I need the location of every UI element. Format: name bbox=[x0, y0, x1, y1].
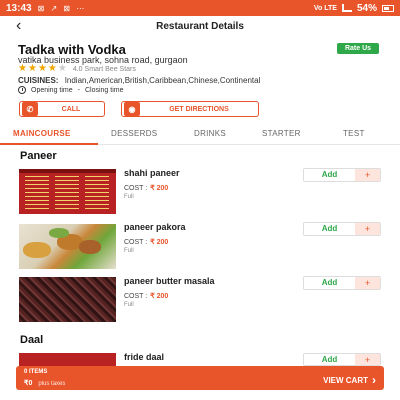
star-icon: ★ bbox=[18, 63, 27, 74]
item-cost: COST : ₹ 200 bbox=[124, 292, 168, 300]
cost-label: COST : bbox=[124, 239, 148, 246]
status-right: Vo LTE 54% bbox=[314, 3, 394, 14]
clock-icon bbox=[18, 86, 26, 94]
network-label: Vo LTE bbox=[313, 4, 337, 12]
rating-text: 4.0 Smart Bee Stars bbox=[72, 65, 136, 73]
get-directions-button[interactable]: ◉ GET DIRECTIONS bbox=[121, 101, 259, 117]
star-icon: ★ bbox=[37, 63, 47, 74]
chevron-right-icon: › bbox=[372, 373, 376, 387]
add-stepper[interactable]: Add + bbox=[303, 168, 381, 182]
plus-icon[interactable]: + bbox=[355, 169, 380, 181]
add-button[interactable]: Add bbox=[304, 223, 355, 235]
add-button[interactable]: Add bbox=[304, 354, 355, 365]
plus-icon[interactable]: + bbox=[355, 223, 380, 235]
back-arrow-icon[interactable]: ‹ bbox=[16, 17, 21, 35]
plus-icon[interactable]: + bbox=[355, 277, 380, 289]
item-size: Full bbox=[124, 194, 134, 200]
add-button[interactable]: Add bbox=[304, 277, 355, 289]
item-price: ₹ 200 bbox=[150, 293, 169, 300]
phone-icon: ✆ bbox=[22, 102, 38, 116]
call-label: CALL bbox=[61, 105, 81, 113]
item-name: paneer butter masala bbox=[124, 276, 215, 286]
tab-desserds[interactable]: DESSERDS bbox=[111, 129, 157, 138]
item-image[interactable] bbox=[19, 277, 116, 322]
timing-row: Opening time - Closing time bbox=[18, 86, 124, 94]
signal-icon bbox=[341, 4, 352, 12]
add-stepper[interactable]: Add + bbox=[303, 276, 381, 290]
star-icon: ★ bbox=[47, 63, 57, 74]
add-button[interactable]: Add bbox=[304, 169, 355, 181]
cart-total-amount: ₹0 bbox=[24, 380, 33, 387]
notification-icons: ⊠ ↗ ⊠ ⋯ bbox=[37, 3, 87, 13]
location-icon: ◉ bbox=[124, 102, 140, 116]
tab-maincourse[interactable]: MAINCOURSE bbox=[13, 129, 71, 138]
status-time: 13:43 bbox=[6, 2, 32, 14]
closing-time: Closing time bbox=[84, 86, 124, 94]
battery-icon bbox=[382, 4, 394, 12]
rate-us-button[interactable]: Rate Us bbox=[337, 43, 379, 54]
section-title-paneer: Paneer bbox=[20, 150, 57, 162]
plus-icon[interactable]: + bbox=[355, 354, 380, 365]
add-stepper[interactable]: Add + bbox=[303, 353, 381, 366]
page-title: Restaurant Details bbox=[156, 20, 244, 32]
rating-row: ★ ★ ★ ★ ★ 4.0 Smart Bee Stars bbox=[18, 64, 136, 74]
item-image[interactable] bbox=[19, 353, 116, 366]
tab-test[interactable]: TEST bbox=[343, 129, 365, 138]
item-price: ₹ 200 bbox=[150, 185, 169, 192]
cuisines-row: CUISINES: Indian,American,British,Caribb… bbox=[18, 76, 260, 85]
battery-percent: 54% bbox=[356, 2, 377, 14]
view-cart-bar[interactable]: 0 ITEMS ₹0 plus taxes VIEW CART › bbox=[16, 366, 384, 390]
status-bar: 13:43 ⊠ ↗ ⊠ ⋯ Vo LTE 54% bbox=[0, 0, 400, 16]
cuisines-label: CUISINES: bbox=[18, 76, 59, 85]
time-separator: - bbox=[77, 86, 80, 94]
star-icon: ★ bbox=[27, 63, 37, 74]
category-tabs: MAINCOURSE DESSERDS DRINKS STARTER TEST bbox=[0, 124, 400, 145]
view-cart-label: VIEW CART bbox=[323, 375, 368, 385]
cart-taxes-note: plus taxes bbox=[38, 381, 66, 387]
tab-drinks[interactable]: DRINKS bbox=[194, 129, 226, 138]
view-cart-button[interactable]: VIEW CART › bbox=[323, 373, 376, 387]
item-image[interactable] bbox=[19, 169, 116, 214]
item-name: paneer pakora bbox=[124, 222, 186, 232]
section-title-daal: Daal bbox=[20, 334, 44, 346]
add-stepper[interactable]: Add + bbox=[303, 222, 381, 236]
call-button[interactable]: ✆ CALL bbox=[19, 101, 105, 117]
cuisines-list: Indian,American,British,Caribbean,Chines… bbox=[64, 76, 261, 85]
active-tab-indicator bbox=[0, 143, 98, 145]
item-size: Full bbox=[124, 302, 134, 308]
item-cost: COST : ₹ 200 bbox=[124, 184, 168, 192]
opening-time: Opening time bbox=[31, 86, 73, 94]
cost-label: COST : bbox=[124, 185, 148, 192]
item-name: shahi paneer bbox=[124, 168, 180, 178]
tab-starter[interactable]: STARTER bbox=[262, 129, 301, 138]
star-empty-icon: ★ bbox=[57, 63, 67, 74]
app-bar: ‹ Restaurant Details bbox=[0, 16, 400, 36]
item-name: fride daal bbox=[124, 352, 165, 362]
cost-label: COST : bbox=[124, 293, 148, 300]
directions-label: GET DIRECTIONS bbox=[169, 105, 229, 113]
item-image[interactable] bbox=[19, 224, 116, 269]
item-price: ₹ 200 bbox=[150, 239, 169, 246]
item-size: Full bbox=[124, 248, 134, 254]
item-cost: COST : ₹ 200 bbox=[124, 238, 168, 246]
cart-item-count: 0 ITEMS bbox=[24, 369, 48, 375]
cart-total: ₹0 plus taxes bbox=[24, 379, 65, 387]
